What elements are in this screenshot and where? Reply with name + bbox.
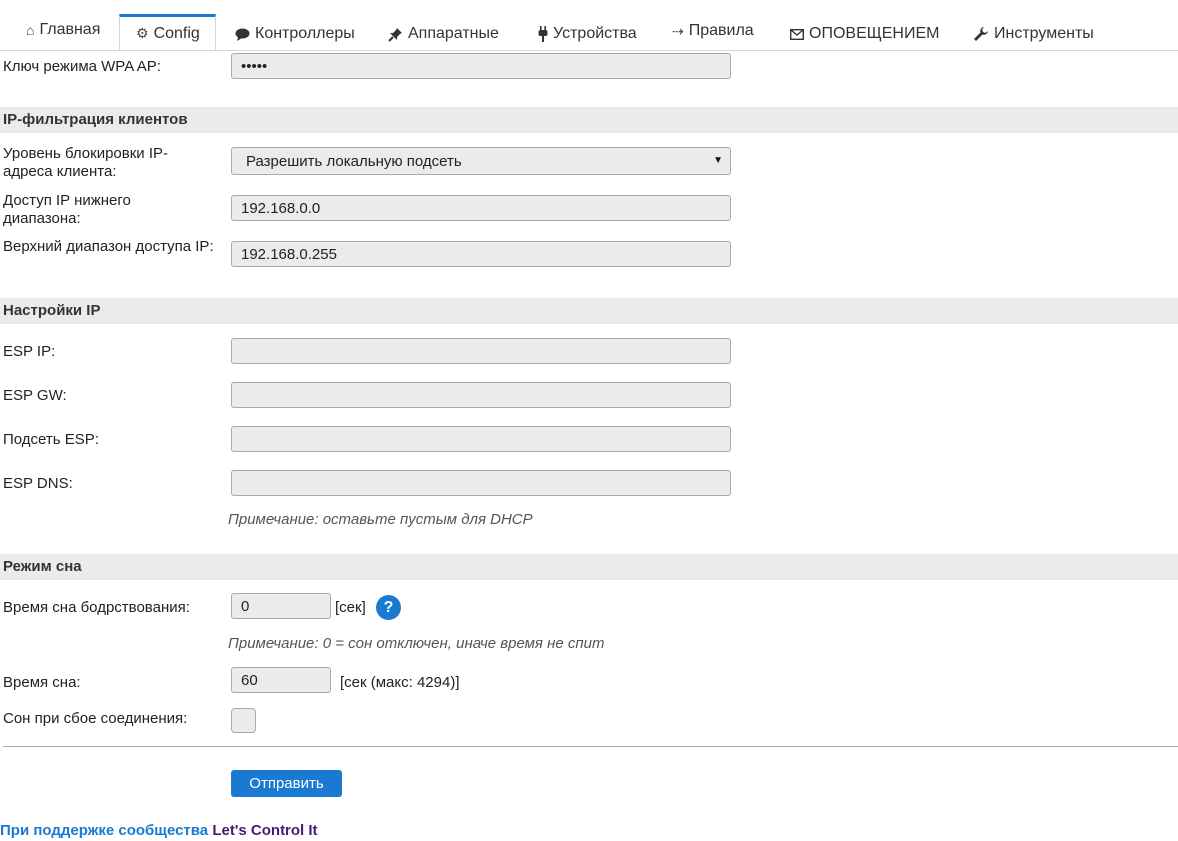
tab-label: Правила <box>688 22 754 39</box>
tab-bar: ⌂ Главная ⚙ Config Контроллеры Аппаратны… <box>0 0 1178 51</box>
wpa-key-input[interactable] <box>231 53 731 79</box>
footer-powered-link[interactable]: При поддержке сообщества <box>0 822 208 839</box>
tab-label: Контроллеры <box>255 25 355 42</box>
plug-icon <box>538 26 548 42</box>
chevron-down-icon: ▼ <box>713 155 723 166</box>
section-ip-settings: Настройки IP <box>0 298 1178 324</box>
tab-label: Config <box>153 24 200 42</box>
high-range-label: Верхний диапазон доступа IP: <box>3 238 214 255</box>
low-range-label: Доступ IP нижнего диапазона: <box>3 192 131 227</box>
submit-button[interactable]: Отправить <box>231 770 342 797</box>
esp-ip-label: ESP IP: <box>3 343 56 360</box>
tab-controllers[interactable]: Контроллеры <box>235 16 355 52</box>
divider <box>3 746 1178 747</box>
tab-label: Аппаратные <box>408 25 499 42</box>
tab-tools[interactable]: Инструменты <box>973 16 1094 52</box>
footer-brand-link[interactable]: Let's Control It <box>212 822 317 839</box>
tab-label: ОПОВЕЩЕНИЕМ <box>809 25 940 42</box>
block-level-label: Уровень блокировки IP-адреса клиента: <box>3 145 168 180</box>
esp-gw-label: ESP GW: <box>3 387 67 404</box>
sleep-time-input[interactable] <box>231 667 331 693</box>
high-range-input[interactable] <box>231 241 731 267</box>
gear-icon: ⚙ <box>136 25 149 41</box>
section-sleep: Режим сна <box>0 554 1178 580</box>
speech-bubble-icon <box>235 28 250 41</box>
esp-subnet-input[interactable] <box>231 426 731 452</box>
envelope-icon <box>790 28 804 40</box>
arrow-icon: ⇢ <box>672 22 684 39</box>
awake-unit: [сек] <box>335 599 366 616</box>
sleep-unit: [сек (макс: 4294)] <box>340 674 460 691</box>
sleep-time-label: Время сна: <box>3 674 81 691</box>
esp-dns-input[interactable] <box>231 470 731 496</box>
awake-note: Примечание: 0 = сон отключен, иначе врем… <box>228 635 605 652</box>
tab-devices[interactable]: Устройства <box>538 16 637 52</box>
esp-gw-input[interactable] <box>231 382 731 408</box>
esp-dns-label: ESP DNS: <box>3 475 73 492</box>
tab-label: Главная <box>39 21 101 38</box>
esp-ip-input[interactable] <box>231 338 731 364</box>
section-ip-filter: IP-фильтрация клиентов <box>0 107 1178 133</box>
pushpin-icon <box>388 27 403 42</box>
tab-label: Инструменты <box>994 25 1094 42</box>
sleep-on-fail-label: Сон при сбое соединения: <box>3 710 188 727</box>
tab-config[interactable]: ⚙ Config <box>119 14 216 50</box>
tab-notifications[interactable]: ОПОВЕЩЕНИЕМ <box>790 16 939 52</box>
esp-subnet-label: Подсеть ESP: <box>3 431 99 448</box>
tab-home[interactable]: ⌂ Главная <box>26 12 100 48</box>
low-range-input[interactable] <box>231 195 731 221</box>
footer: При поддержке сообщества Let's Control I… <box>0 822 318 839</box>
help-icon[interactable]: ? <box>376 595 401 620</box>
dhcp-note: Примечание: оставьте пустым для DHCP <box>228 511 533 528</box>
sleep-on-fail-checkbox[interactable] <box>231 708 256 733</box>
block-level-select[interactable]: Разрешить локальную подсеть ▼ <box>231 147 731 175</box>
tab-label: Устройства <box>553 25 637 42</box>
tab-rules[interactable]: ⇢ Правила <box>672 13 754 49</box>
tab-hardware[interactable]: Аппаратные <box>388 16 499 52</box>
home-icon: ⌂ <box>26 22 35 38</box>
awake-time-label: Время сна бодрствования: <box>3 599 190 616</box>
wrench-icon <box>973 26 989 42</box>
block-level-value: Разрешить локальную подсеть <box>246 152 462 170</box>
wpa-key-label: Ключ режима WPA AP: <box>3 58 161 75</box>
awake-time-input[interactable] <box>231 593 331 619</box>
